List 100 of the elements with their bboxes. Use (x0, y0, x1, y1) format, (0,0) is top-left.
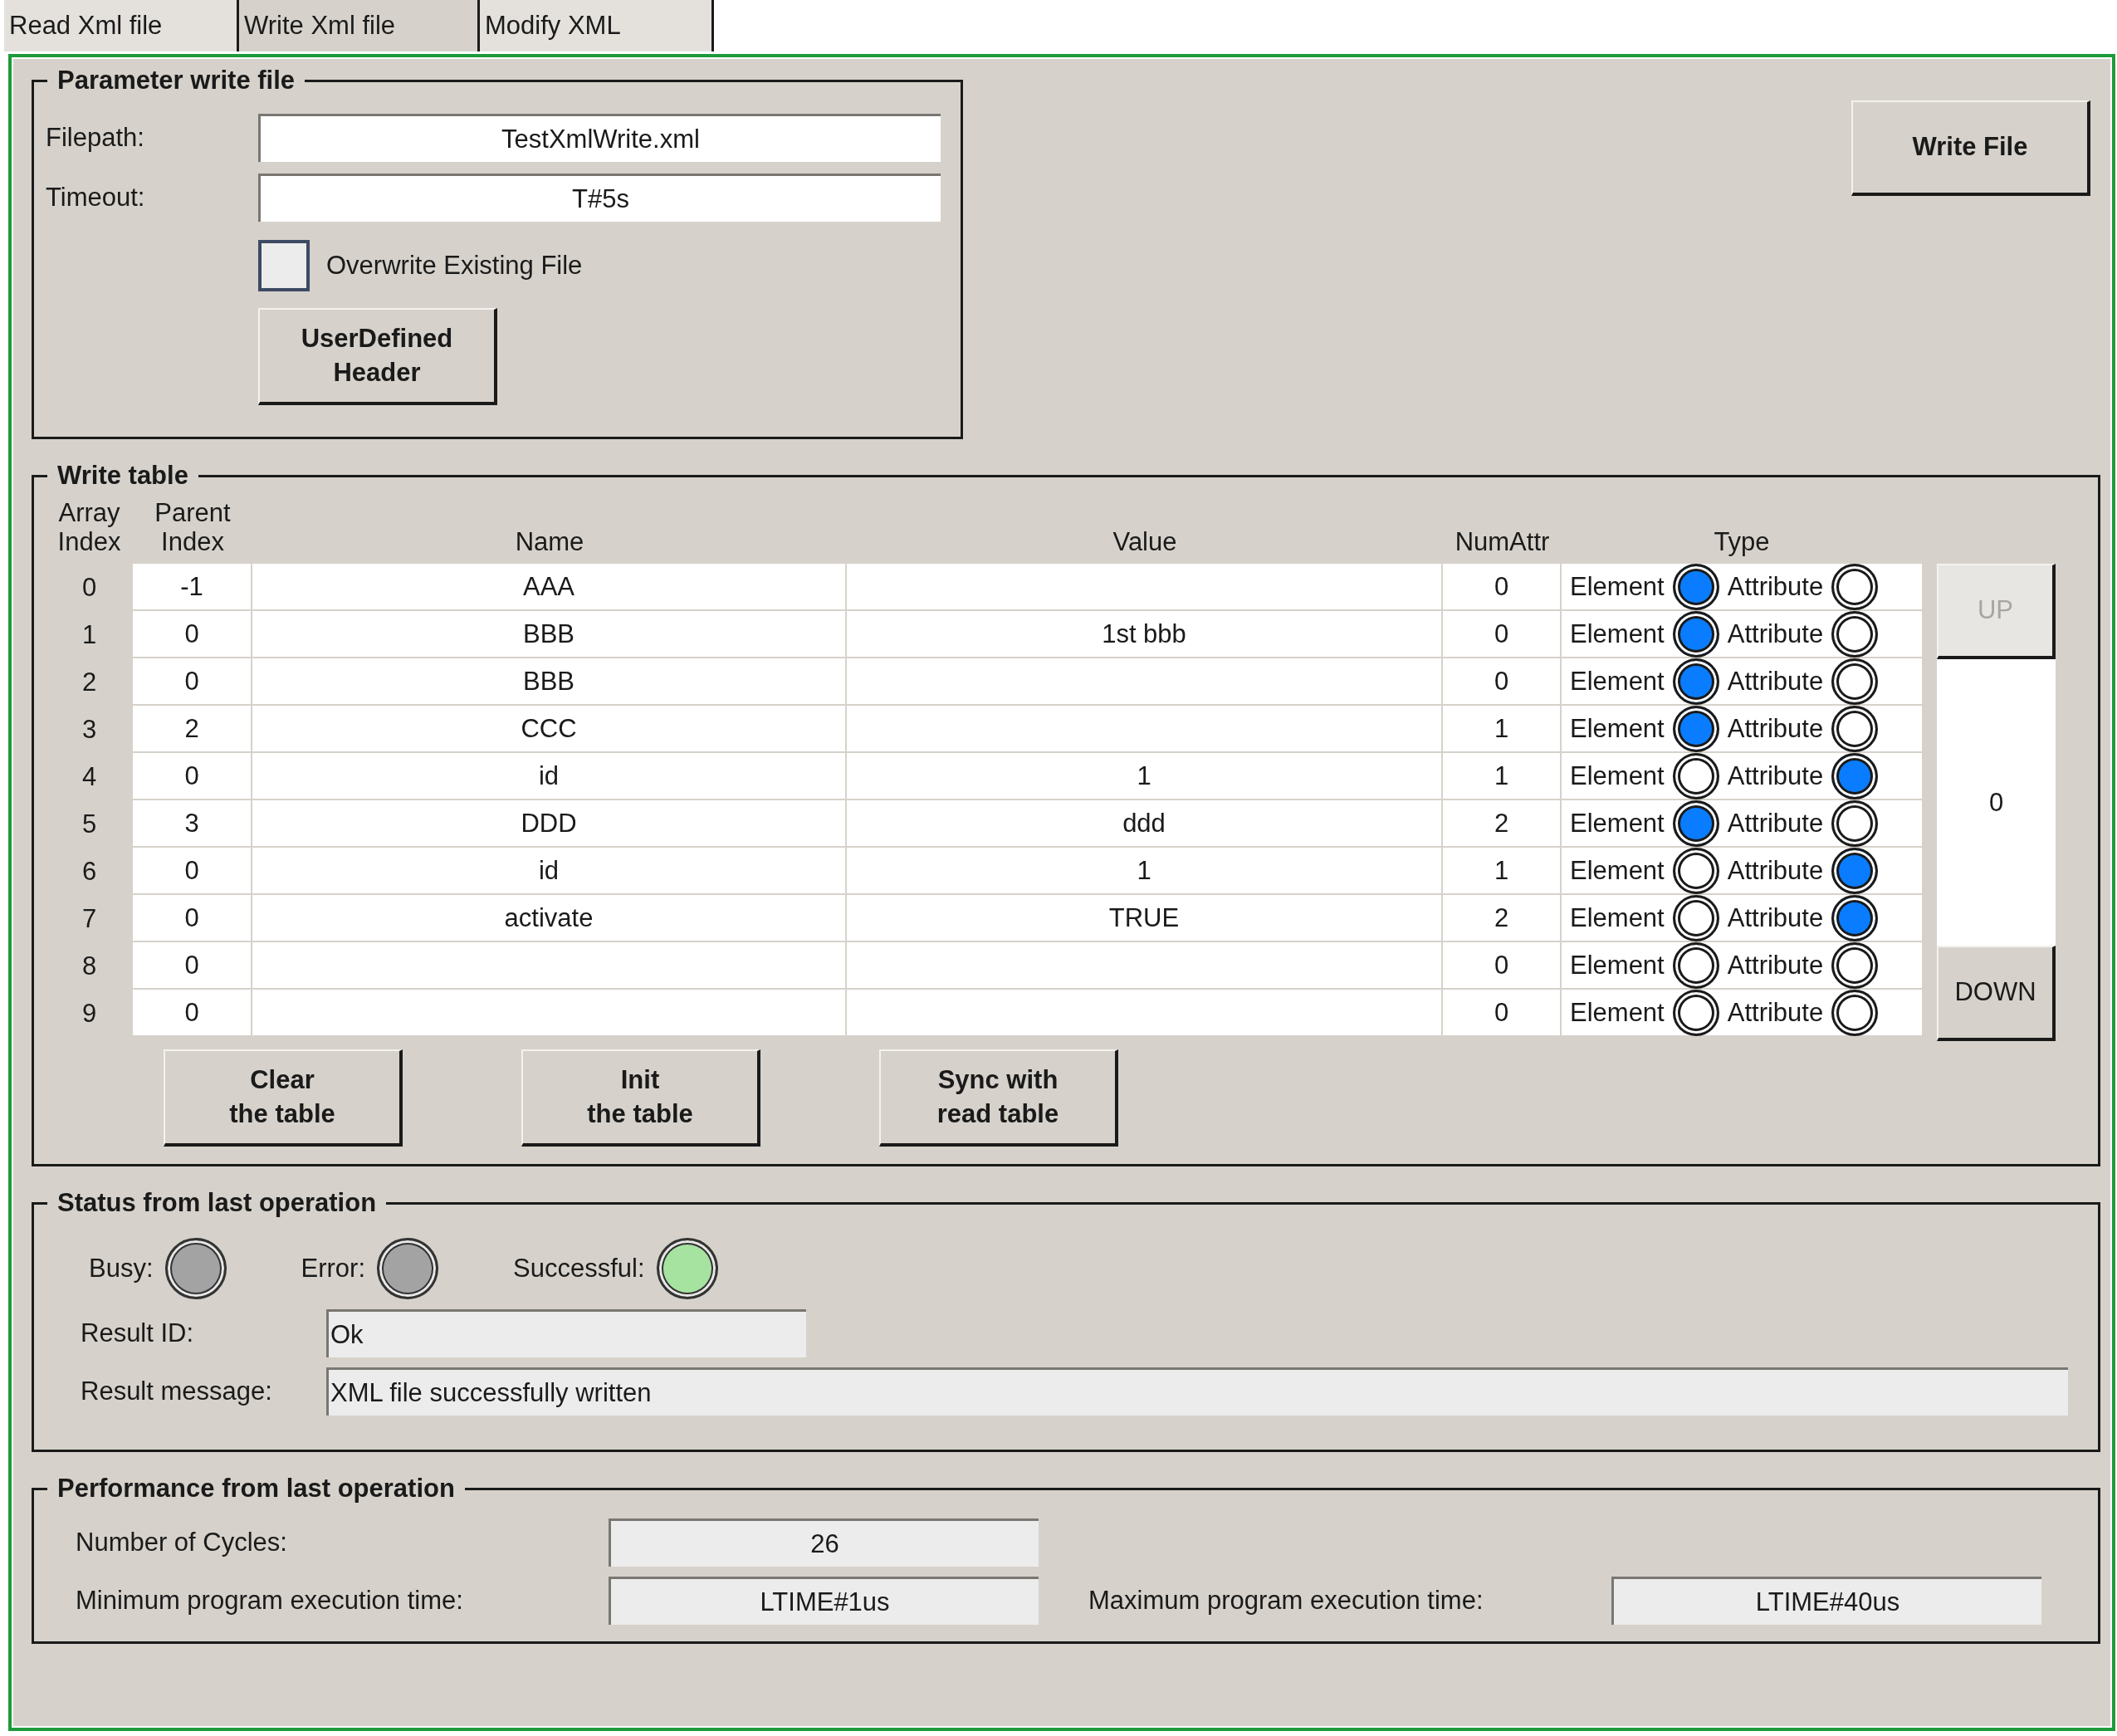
table-cell: 3 (133, 800, 252, 848)
radio-label: Element (1570, 950, 1665, 980)
radio-button[interactable] (1831, 847, 1879, 894)
radio-button[interactable] (1672, 705, 1719, 752)
radio-button[interactable] (1672, 989, 1719, 1036)
row-index: 9 (81, 997, 98, 1029)
tab[interactable]: Modify XML (480, 0, 714, 51)
radio-label: Attribute (1727, 808, 1824, 839)
table-cell: 2 (133, 706, 252, 753)
radio-button[interactable] (1672, 658, 1719, 705)
column-header: Value (1112, 526, 1178, 559)
row-index: 7 (81, 902, 98, 935)
table-cell: 2 (1443, 800, 1562, 848)
down-button[interactable]: DOWN (1937, 946, 2056, 1041)
header-button[interactable]: UserDefined Header (258, 308, 497, 405)
led-label: Error: (301, 1254, 366, 1284)
field-label: Timeout: (46, 183, 146, 213)
radio-label: Attribute (1727, 950, 1824, 980)
row-index: 2 (81, 666, 98, 698)
write-file-button[interactable]: Write File (1851, 100, 2090, 196)
field-label: Number of Cycles: (76, 1528, 287, 1557)
table-cell: 0 (1443, 611, 1562, 658)
table-cell: 0 (1443, 942, 1562, 990)
table-cell: id (252, 753, 847, 800)
table-cell: BBB (252, 611, 847, 658)
group-title: Performance from last operation (56, 1474, 456, 1504)
radio-button[interactable] (1672, 941, 1719, 989)
radio-button[interactable] (1831, 563, 1879, 610)
row-index: 0 (81, 571, 98, 604)
row-index: 3 (81, 713, 98, 746)
table-cell: BBB (252, 658, 847, 706)
row-index: 6 (81, 855, 98, 888)
table-cell: 1 (1443, 753, 1562, 800)
radio-button[interactable] (1831, 658, 1879, 705)
table-cell: 1 (1443, 706, 1562, 753)
tab[interactable]: Read Xml file (4, 0, 237, 51)
table-cell: 0 (133, 942, 252, 990)
radio-button[interactable] (1831, 989, 1879, 1036)
table-action-button[interactable]: Clear the table (164, 1049, 403, 1147)
input-field[interactable]: XML file successfully written (326, 1367, 2068, 1416)
group-title: Parameter write file (56, 66, 296, 95)
input-field[interactable]: LTIME#40us (1611, 1577, 2041, 1625)
table-action-button[interactable]: Init the table (521, 1049, 760, 1147)
row-index: 4 (81, 760, 98, 793)
radio-button[interactable] (1831, 752, 1879, 800)
input-field[interactable]: T#5s (258, 174, 941, 222)
radio-button[interactable] (1672, 847, 1719, 894)
column-header: Type (1713, 526, 1771, 559)
radio-label: Element (1570, 902, 1665, 933)
field-label: Minimum program execution time: (76, 1586, 463, 1615)
table-cell: DDD (252, 800, 847, 848)
radio-button[interactable] (1831, 800, 1879, 847)
input-field[interactable]: 26 (609, 1518, 1039, 1567)
radio-label: Attribute (1727, 855, 1824, 886)
table-cell: 1 (1443, 848, 1562, 895)
input-field[interactable]: TestXmlWrite.xml (258, 114, 941, 162)
radio-label: Element (1570, 760, 1665, 791)
radio-button[interactable] (1672, 752, 1719, 800)
radio-label: Attribute (1727, 902, 1824, 933)
checkbox[interactable] (258, 240, 310, 291)
table-cell: 0 (1443, 990, 1562, 1037)
radio-label: Element (1570, 808, 1665, 839)
radio-label: Attribute (1727, 571, 1824, 602)
led-label: Successful: (513, 1254, 645, 1284)
radio-button[interactable] (1672, 894, 1719, 941)
table-action-button[interactable]: Sync with read table (879, 1049, 1118, 1147)
column-header: NumAttr (1454, 526, 1551, 559)
row-index: 8 (81, 950, 98, 982)
input-field[interactable]: Ok (326, 1309, 806, 1357)
group-title: Status from last operation (56, 1188, 378, 1218)
table-cell: 0 (1443, 658, 1562, 706)
input-field[interactable]: LTIME#1us (609, 1577, 1039, 1625)
field-label: Result message: (81, 1377, 272, 1406)
table-cell: TRUE (847, 895, 1443, 942)
radio-button[interactable] (1831, 610, 1879, 658)
column-header: Parent Index (154, 496, 232, 559)
table-cell: 1 (847, 848, 1443, 895)
table-cell: 1st bbb (847, 611, 1443, 658)
radio-button[interactable] (1831, 705, 1879, 752)
field-label: Filepath: (46, 123, 145, 153)
radio-button[interactable] (1672, 563, 1719, 610)
radio-label: Element (1570, 666, 1665, 697)
table-cell: 2 (1443, 895, 1562, 942)
radio-button[interactable] (1831, 894, 1879, 941)
radio-button[interactable] (1672, 800, 1719, 847)
column-header: Array Index (56, 496, 122, 559)
table-cell: -1 (133, 564, 252, 611)
tab[interactable]: Write Xml file (237, 0, 480, 51)
table-cell: activate (252, 895, 847, 942)
table-cell: 0 (133, 895, 252, 942)
radio-label: Element (1570, 571, 1665, 602)
scroll-position: 0 (1937, 659, 2056, 946)
table-cell: 0 (133, 658, 252, 706)
radio-label: Element (1570, 713, 1665, 744)
table-cell: 1 (847, 753, 1443, 800)
radio-label: Element (1570, 997, 1665, 1028)
radio-button[interactable] (1831, 941, 1879, 989)
radio-label: Attribute (1727, 666, 1824, 697)
table-cell: ddd (847, 800, 1443, 848)
radio-button[interactable] (1672, 610, 1719, 658)
